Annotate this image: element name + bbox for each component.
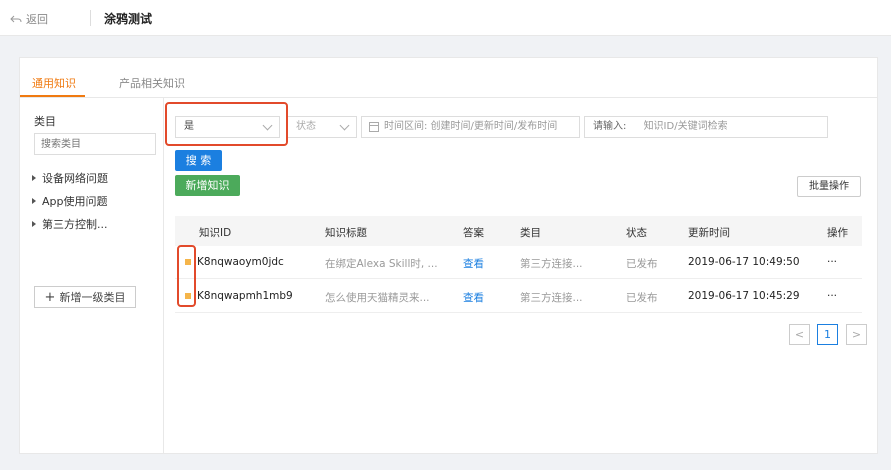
keyword-search-input[interactable]: 请输入: 知识ID/关键词检索 (584, 116, 828, 138)
sidebar-item-app-usage[interactable]: App使用问题 (32, 193, 108, 209)
column-header-updated: 更新时间 (688, 227, 730, 239)
header-divider (90, 10, 91, 26)
sidebar-item-label: 第三方控制... (42, 218, 108, 231)
view-answer-link[interactable]: 查看 (463, 256, 484, 271)
next-page-button[interactable]: > (846, 324, 867, 345)
more-actions-button[interactable]: ··· (827, 290, 837, 302)
knowledge-title: 怎么使用天猫精灵来... (325, 292, 430, 304)
knowledge-title: 在绑定Alexa Skill时, ... (325, 258, 438, 270)
category-cell: 第三方连接... (520, 292, 583, 304)
caret-right-icon (32, 175, 36, 181)
updated-time-cell: 2019-06-17 10:45:29 (688, 290, 800, 302)
category-sidebar: 类目 设备网络问题 App使用问题 第三方控制... + 新增一级类目 (20, 98, 164, 453)
sidebar-item-label: 设备网络问题 (42, 172, 108, 185)
highlight-box-flag-column (177, 245, 196, 307)
new-knowledge-button[interactable]: 新增知识 (175, 175, 240, 196)
knowledge-id: K8nqwaoym0jdc (197, 256, 284, 268)
sidebar-item-device-network[interactable]: 设备网络问题 (32, 170, 108, 186)
keyword-label: 请输入: (593, 121, 627, 132)
batch-operation-button[interactable]: 批量操作 (797, 176, 861, 197)
date-range-input[interactable]: 时间区间: 创建时间/更新时间/发布时间 (361, 116, 580, 138)
table-header: 知识ID 知识标题 答案 类目 状态 更新时间 操作 (175, 216, 862, 246)
tab-bar: 通用知识 产品相关知识 (20, 58, 877, 98)
back-label: 返回 (26, 13, 48, 26)
category-search-input[interactable] (34, 133, 156, 155)
status-select[interactable]: 状态 (287, 116, 357, 138)
knowledge-id: K8nqwapmh1mb9 (197, 290, 293, 302)
keyword-placeholder: 知识ID/关键词检索 (643, 121, 728, 132)
tab-general-knowledge[interactable]: 通用知识 (32, 75, 76, 91)
highlight-box-flag-filter (165, 102, 288, 146)
search-button[interactable]: 搜 索 (175, 150, 222, 171)
knowledge-panel: 通用知识 产品相关知识 类目 设备网络问题 App使用问题 第三方控制... +… (19, 57, 878, 454)
active-tab-indicator (20, 95, 85, 97)
page-1-button[interactable]: 1 (817, 324, 838, 345)
category-title: 类目 (34, 115, 56, 128)
column-header-action: 操作 (827, 227, 848, 239)
caret-right-icon (32, 221, 36, 227)
sidebar-item-label: App使用问题 (42, 195, 108, 208)
back-arrow-icon (10, 15, 22, 23)
more-actions-button[interactable]: ··· (827, 256, 837, 268)
table-row[interactable]: K8nqwapmh1mb9 怎么使用天猫精灵来... 查看 第三方连接... 已… (175, 280, 862, 313)
updated-time-cell: 2019-06-17 10:49:50 (688, 256, 800, 268)
column-header-status: 状态 (626, 227, 647, 239)
status-cell: 已发布 (626, 258, 658, 270)
sidebar-item-third-party[interactable]: 第三方控制... (32, 216, 108, 232)
top-bar: 返回 涂鸦测试 (0, 0, 891, 36)
column-header-title: 知识标题 (325, 227, 367, 239)
table-row[interactable]: K8nqwaoym0jdc 在绑定Alexa Skill时, ... 查看 第三… (175, 246, 862, 279)
column-header-category: 类目 (520, 227, 541, 239)
plus-icon: + (44, 289, 56, 305)
tab-product-knowledge[interactable]: 产品相关知识 (119, 75, 185, 91)
column-header-answer: 答案 (463, 227, 484, 239)
back-button[interactable]: 返回 (10, 11, 48, 27)
view-answer-link[interactable]: 查看 (463, 290, 484, 305)
calendar-icon (369, 122, 379, 132)
status-cell: 已发布 (626, 292, 658, 304)
date-range-placeholder: 时间区间: 创建时间/更新时间/发布时间 (384, 121, 558, 132)
add-category-label: 新增一级类目 (59, 291, 126, 304)
category-cell: 第三方连接... (520, 258, 583, 270)
chevron-down-icon (339, 120, 350, 131)
add-top-category-button[interactable]: + 新增一级类目 (34, 286, 136, 308)
page-title: 涂鸦测试 (104, 12, 153, 26)
column-header-id: 知识ID (199, 227, 232, 239)
prev-page-button[interactable]: < (789, 324, 810, 345)
status-select-value: 状态 (296, 121, 316, 132)
caret-right-icon (32, 198, 36, 204)
